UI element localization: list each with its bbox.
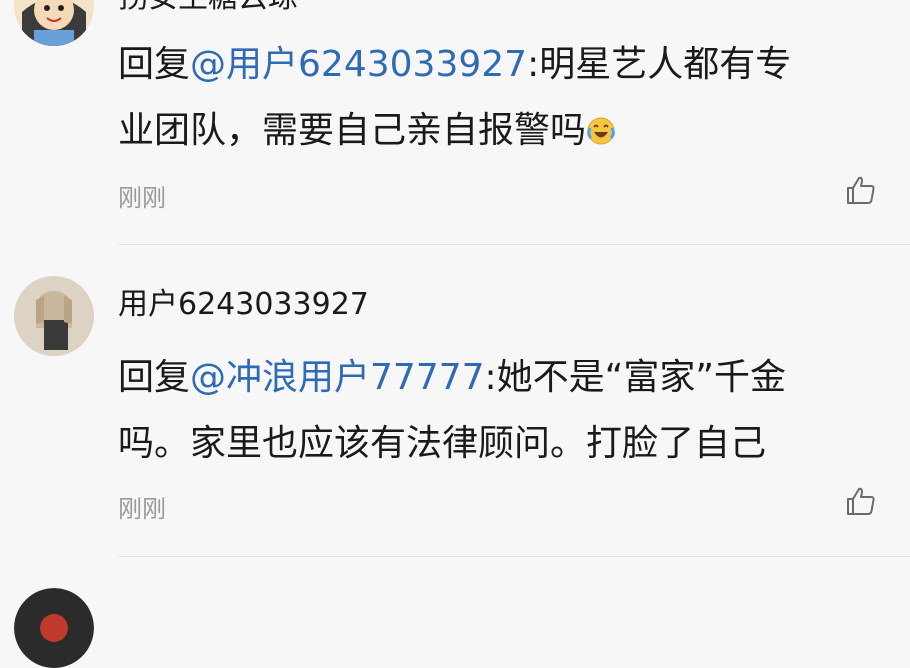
thumbs-up-icon[interactable] — [845, 485, 877, 517]
thumbs-up-icon[interactable] — [845, 174, 877, 206]
comment-text: 回复@用户6243033927:明星艺人都有专 业团队，需要自己亲自报警吗 — [118, 32, 878, 164]
comment-body-line1: :明星艺人都有专 — [527, 44, 792, 85]
avatar[interactable] — [14, 0, 94, 46]
comment-time: 刚刚 — [118, 184, 166, 212]
comment-body-line1: :她不是“富家”千金 — [484, 357, 786, 398]
comment-item: 用户6243033927 回复@冲浪用户77777:她不是“富家”千金 吗。家里… — [0, 245, 910, 557]
avatar[interactable] — [14, 276, 94, 356]
reply-prefix: 回复 — [118, 44, 191, 85]
crying-laughing-emoji-icon — [586, 102, 616, 145]
comment-text: 回复@冲浪用户77777:她不是“富家”千金 吗。家里也应该有法律顾问。打脸了自… — [118, 345, 878, 477]
comment-username[interactable]: 用户6243033927 — [118, 285, 369, 325]
comment-body-line2: 业团队，需要自己亲自报警吗 — [118, 110, 587, 151]
reply-prefix: 回复 — [118, 357, 191, 398]
mention-link[interactable]: @冲浪用户77777 — [190, 357, 485, 398]
comment-body-line2: 吗。家里也应该有法律顾问。打脸了自己 — [118, 423, 767, 464]
comment-username[interactable]: 拐安生糖云琼 — [118, 0, 298, 18]
comment-item: 拐安生糖云琼 回复@用户6243033927:明星艺人都有专 业团队，需要自己亲… — [0, 0, 910, 245]
mention-link[interactable]: @用户6243033927 — [190, 44, 527, 85]
avatar[interactable] — [14, 588, 94, 668]
comment-item — [0, 557, 910, 668]
comment-time: 刚刚 — [118, 495, 166, 523]
